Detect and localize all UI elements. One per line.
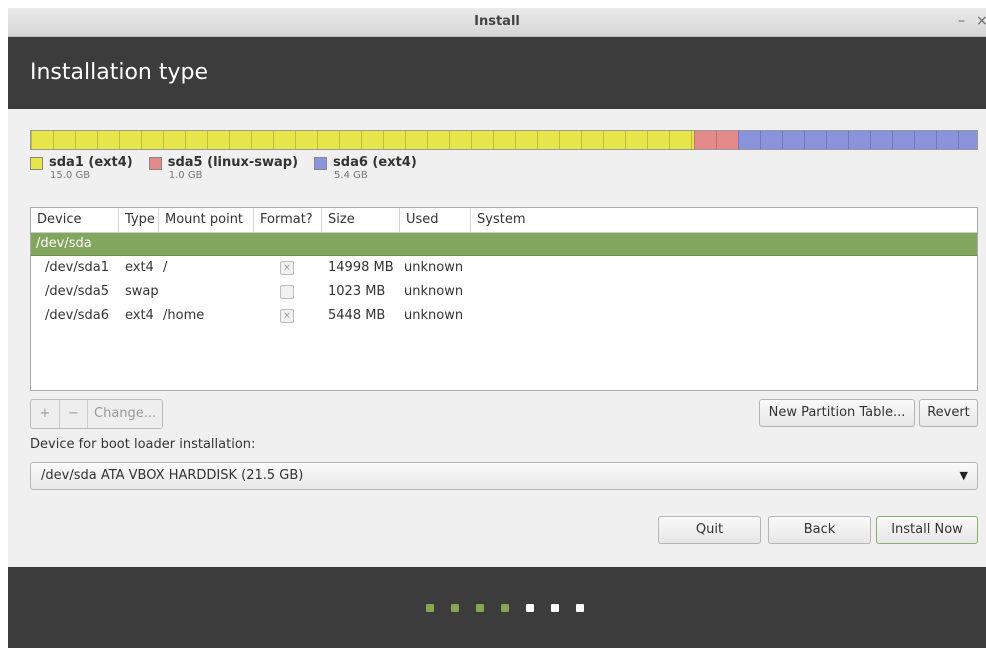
change-partition-button[interactable]: Change... bbox=[88, 400, 163, 428]
install-now-button[interactable]: Install Now bbox=[876, 516, 978, 544]
dropdown-arrow-icon: ▼ bbox=[959, 469, 968, 482]
format-checkbox[interactable]: × bbox=[280, 309, 294, 323]
partition-table: Device Type Mount point Format? Size Use… bbox=[30, 207, 978, 391]
window-title: Install bbox=[474, 14, 520, 29]
back-button[interactable]: Back bbox=[768, 516, 871, 544]
step-dot bbox=[426, 604, 434, 612]
step-dot bbox=[501, 604, 509, 612]
add-partition-button[interactable]: + bbox=[31, 400, 60, 428]
legend-size: 1.0 GB bbox=[168, 170, 203, 181]
column-header-device[interactable]: Device bbox=[31, 208, 119, 232]
step-indicator bbox=[426, 604, 601, 612]
cell-size: 14998 MB bbox=[328, 260, 394, 275]
cell-device: /dev/sda1 bbox=[45, 260, 109, 275]
page-header: Installation type bbox=[8, 37, 986, 109]
legend-swatch bbox=[30, 157, 43, 170]
column-header-type[interactable]: Type bbox=[119, 208, 159, 232]
step-dot bbox=[551, 604, 559, 612]
cell-used: unknown bbox=[404, 284, 464, 299]
table-row[interactable]: /dev/sda1 ext4 / × 14998 MB unknown bbox=[31, 256, 977, 280]
legend-item-sda1: sda1 (ext4) 15.0 GB bbox=[30, 155, 133, 181]
cell-type: ext4 bbox=[125, 260, 154, 275]
format-checkbox[interactable]: × bbox=[280, 261, 294, 275]
column-header-system[interactable]: System bbox=[471, 208, 977, 232]
legend-label: sda1 (ext4) bbox=[49, 155, 133, 170]
step-dot bbox=[451, 604, 459, 612]
device-row-selected[interactable]: /dev/sda bbox=[31, 233, 977, 256]
legend-size: 5.4 GB bbox=[334, 170, 368, 181]
cell-used: unknown bbox=[404, 308, 464, 323]
table-row[interactable]: /dev/sda6 ext4 /home × 5448 MB unknown bbox=[31, 304, 977, 328]
format-checkbox[interactable] bbox=[280, 285, 294, 299]
legend-item-sda5: sda5 (linux-swap) 1.0 GB bbox=[148, 155, 299, 181]
progress-footer bbox=[8, 567, 986, 648]
cell-size: 1023 MB bbox=[328, 284, 386, 299]
revert-button[interactable]: Revert bbox=[919, 399, 978, 427]
partition-segment-sda5 bbox=[694, 131, 739, 149]
partition-segment-sda6 bbox=[738, 131, 977, 149]
new-partition-table-button[interactable]: New Partition Table... bbox=[759, 399, 915, 427]
partition-legend: sda1 (ext4) 15.0 GB sda5 (linux-swap) 1.… bbox=[30, 155, 433, 181]
cell-mount: / bbox=[163, 260, 168, 275]
partition-toolbar: + − Change... bbox=[30, 399, 164, 429]
partition-segment-sda1 bbox=[31, 131, 695, 149]
partition-bar bbox=[30, 130, 978, 150]
step-dot bbox=[476, 604, 484, 612]
legend-swatch bbox=[148, 157, 162, 170]
window-titlebar: Install – × bbox=[8, 8, 986, 37]
legend-item-sda6: sda6 (ext4) 5.4 GB bbox=[314, 155, 417, 181]
step-dot bbox=[526, 604, 534, 612]
cell-type: ext4 bbox=[125, 308, 154, 323]
cell-device: /dev/sda6 bbox=[45, 308, 109, 323]
page-title: Installation type bbox=[30, 60, 208, 85]
cell-used: unknown bbox=[404, 260, 464, 275]
table-header: Device Type Mount point Format? Size Use… bbox=[31, 208, 977, 233]
main-content: sda1 (ext4) 15.0 GB sda5 (linux-swap) 1.… bbox=[8, 109, 986, 567]
boot-loader-select[interactable]: /dev/sda ATA VBOX HARDDISK (21.5 GB) ▼ bbox=[30, 462, 978, 490]
column-header-used[interactable]: Used bbox=[400, 208, 471, 232]
column-header-mount-point[interactable]: Mount point bbox=[159, 208, 254, 232]
boot-loader-label: Device for boot loader installation: bbox=[30, 437, 256, 452]
table-row[interactable]: /dev/sda5 swap 1023 MB unknown bbox=[31, 280, 977, 304]
boot-loader-value: /dev/sda ATA VBOX HARDDISK (21.5 GB) bbox=[41, 468, 304, 483]
remove-partition-button[interactable]: − bbox=[60, 400, 88, 428]
legend-size: 15.0 GB bbox=[50, 170, 91, 181]
legend-label: sda5 (linux-swap) bbox=[167, 155, 299, 170]
legend-swatch bbox=[314, 157, 328, 170]
close-icon[interactable]: × bbox=[976, 13, 986, 29]
cell-mount: /home bbox=[163, 308, 205, 323]
quit-button[interactable]: Quit bbox=[658, 516, 761, 544]
cell-device: /dev/sda5 bbox=[45, 284, 109, 299]
legend-label: sda6 (ext4) bbox=[333, 155, 417, 170]
minimize-icon[interactable]: – bbox=[958, 13, 965, 29]
cell-size: 5448 MB bbox=[328, 308, 386, 323]
cell-type: swap bbox=[125, 284, 159, 299]
step-dot bbox=[576, 604, 584, 612]
column-header-size[interactable]: Size bbox=[322, 208, 400, 232]
column-header-format[interactable]: Format? bbox=[254, 208, 322, 232]
